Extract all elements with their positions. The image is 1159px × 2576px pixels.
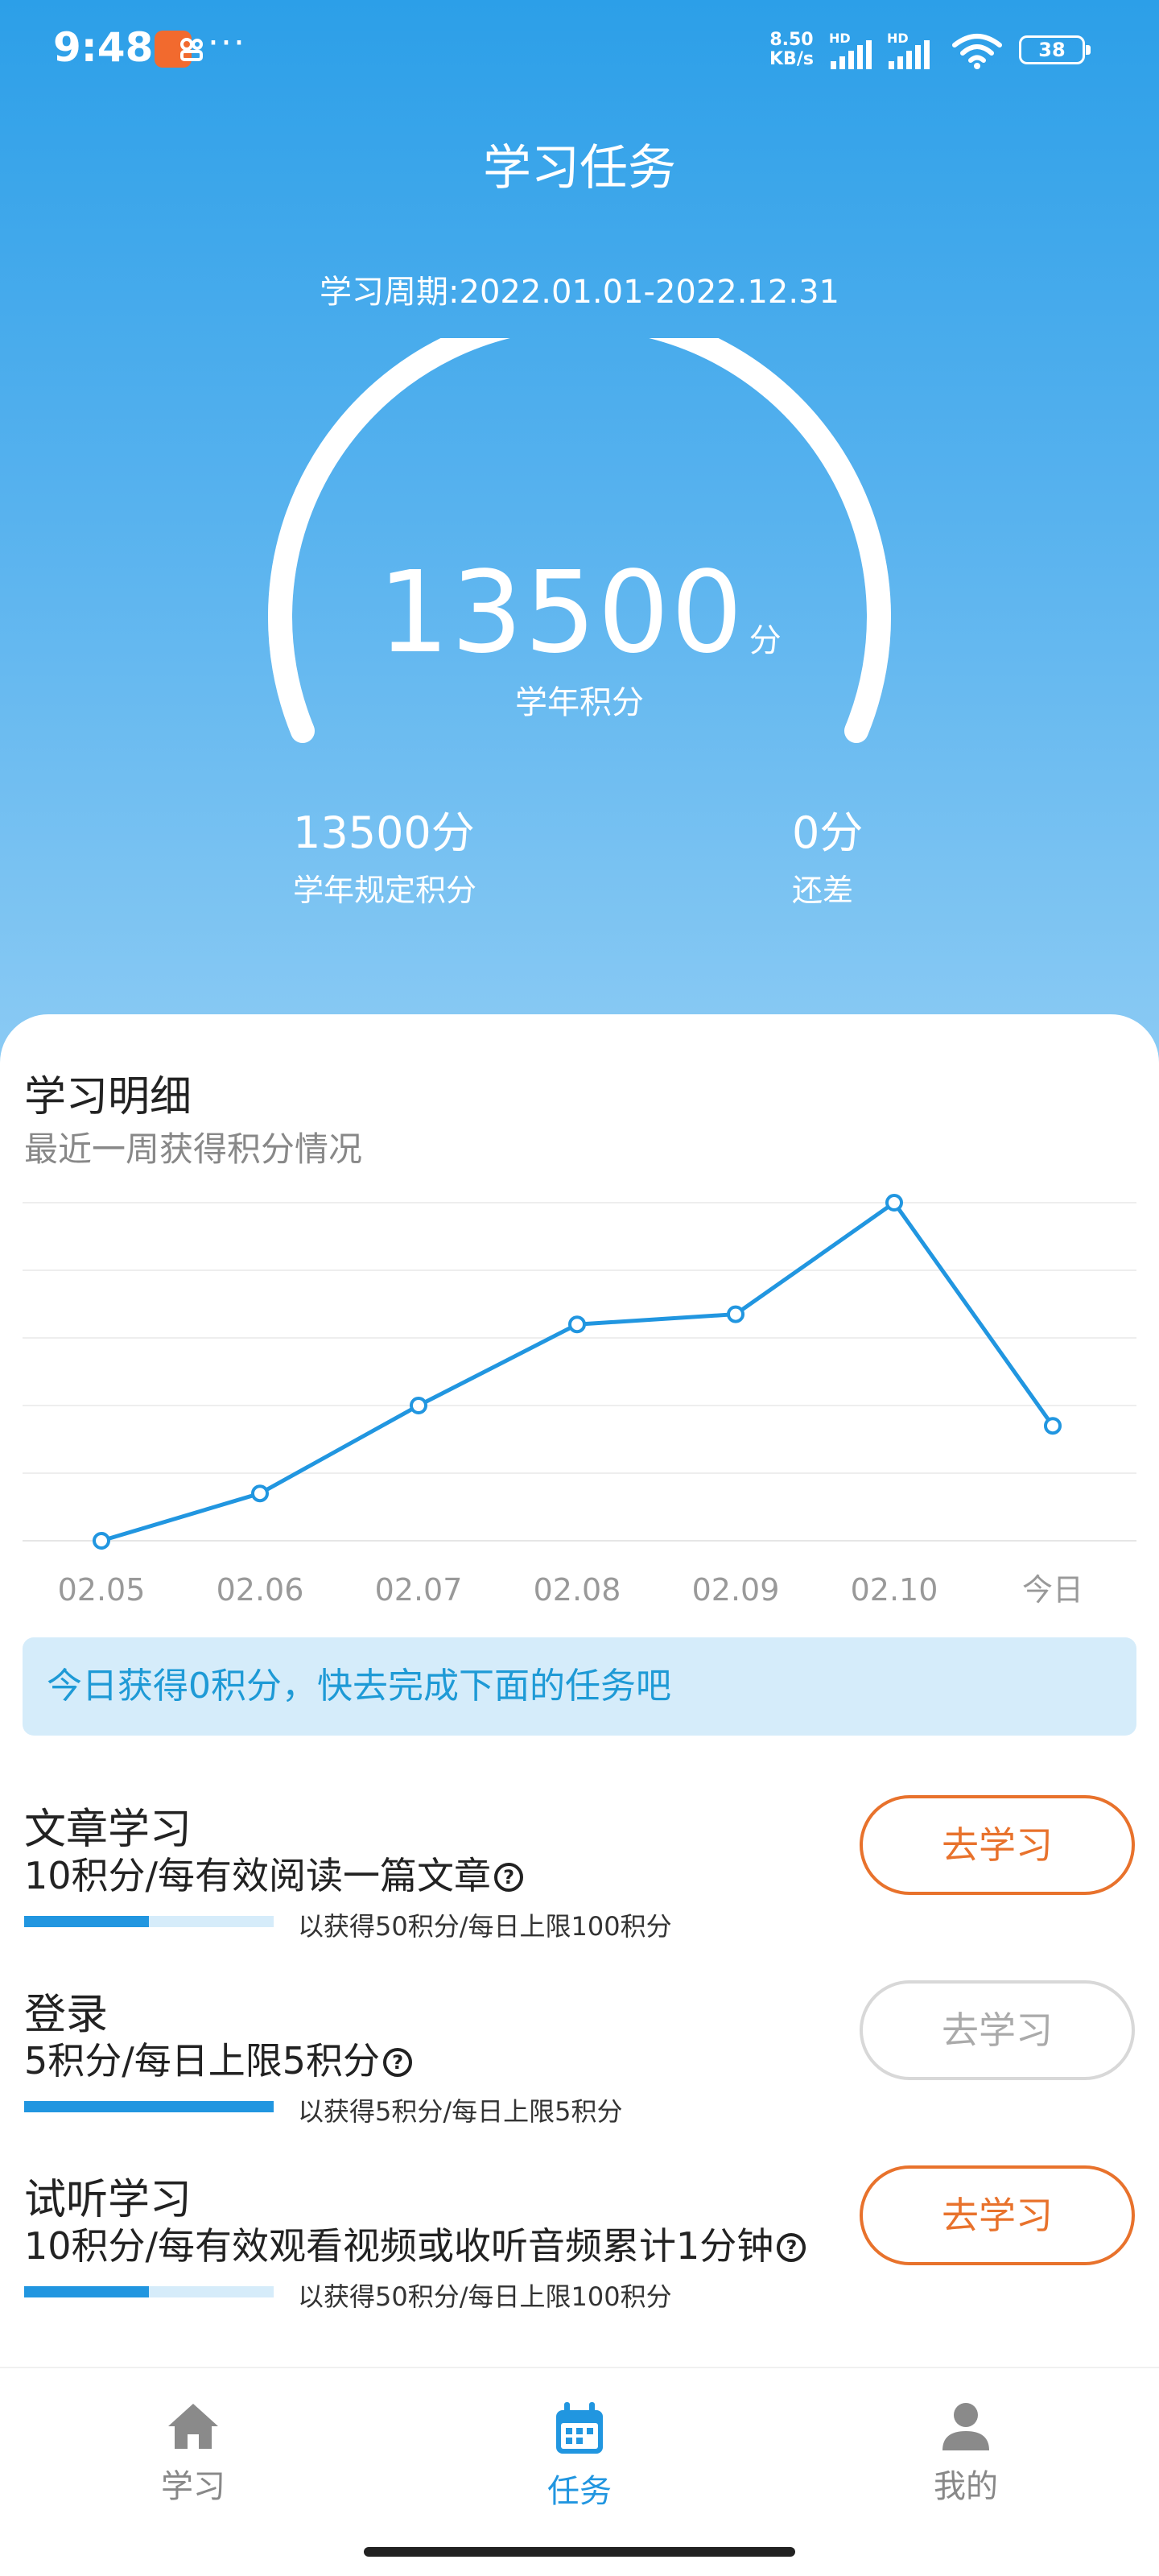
status-bar: 9:48 ··· 8.50 KB/s HD HD 38 bbox=[0, 0, 1159, 105]
task-desc: 10积分/每有效阅读一篇文章? bbox=[24, 1847, 524, 1900]
required-points-stat: 13500分 学年规定积分 bbox=[293, 797, 476, 910]
tab-label: 任务 bbox=[547, 2473, 612, 2510]
tab-label: 学习 bbox=[161, 2468, 225, 2505]
cell-signal-2-icon bbox=[889, 40, 930, 69]
remaining-points-label: 还差 bbox=[792, 873, 854, 908]
score-label: 学年积分 bbox=[515, 684, 644, 721]
status-time: 9:48 bbox=[53, 24, 154, 71]
chart-x-tick-label: 02.09 bbox=[692, 1572, 780, 1608]
help-icon[interactable]: ? bbox=[494, 1863, 524, 1892]
task-desc-text: 5积分/每日上限5积分 bbox=[24, 2039, 381, 2083]
network-speed-unit: KB/s bbox=[769, 49, 814, 69]
required-points-label: 学年规定积分 bbox=[293, 873, 477, 908]
today-notice: 今日获得0积分，快去完成下面的任务吧 bbox=[23, 1637, 1136, 1736]
task-article-study: 文章学习 10积分/每有效阅读一篇文章? 以获得50积分/每日上限100积分 去… bbox=[24, 1795, 1135, 1956]
page-title: 学习任务 bbox=[483, 140, 676, 196]
home-icon bbox=[168, 2404, 218, 2449]
tab-study[interactable]: 学习 bbox=[113, 2401, 274, 2507]
task-desc: 10积分/每有效观看视频或收听音频累计1分钟? bbox=[24, 2217, 806, 2270]
detail-title: 学习明细 bbox=[24, 1073, 192, 1121]
tab-mine[interactable]: 我的 bbox=[885, 2401, 1046, 2507]
score-display: 13500 分 bbox=[0, 547, 1159, 679]
more-notifications-icon: ··· bbox=[208, 23, 246, 64]
study-period: 学习周期:2022.01.01-2022.12.31 bbox=[320, 274, 839, 311]
remaining-points-stat: 0分 还差 bbox=[792, 797, 863, 910]
chart-x-tick-label: 02.06 bbox=[217, 1572, 304, 1608]
task-progress-bar bbox=[24, 2286, 274, 2297]
chart-point bbox=[93, 1532, 110, 1550]
chart-point bbox=[568, 1315, 586, 1334]
chart-x-tick-label: 02.05 bbox=[58, 1572, 146, 1608]
task-desc-text: 10积分/每有效观看视频或收听音频累计1分钟 bbox=[24, 2224, 774, 2268]
go-study-button[interactable]: 去学习 bbox=[860, 2165, 1135, 2265]
required-points-value: 13500分 bbox=[293, 807, 475, 858]
wifi-icon bbox=[952, 34, 1002, 69]
chart-point bbox=[885, 1194, 903, 1212]
chart-point bbox=[410, 1397, 427, 1414]
remaining-points-value: 0分 bbox=[792, 807, 864, 858]
chart-point bbox=[1044, 1417, 1062, 1435]
score-unit: 分 bbox=[749, 622, 782, 659]
tab-label: 我的 bbox=[934, 2468, 998, 2505]
bottom-tab-bar: 学习 任务 我的 bbox=[0, 2367, 1159, 2576]
task-progress-text: 以获得50积分/每日上限100积分 bbox=[298, 2281, 672, 2312]
task-progress-fill bbox=[24, 2101, 274, 2112]
tab-tasks[interactable]: 任务 bbox=[499, 2401, 660, 2512]
detail-subtitle: 最近一周获得积分情况 bbox=[24, 1129, 363, 1169]
cell-signal-icon bbox=[831, 40, 872, 69]
help-icon[interactable]: ? bbox=[777, 2233, 806, 2262]
score-value: 13500 bbox=[377, 547, 744, 679]
chart-series-line bbox=[101, 1199, 1055, 1543]
app-notification-icon bbox=[155, 31, 203, 68]
task-desc: 5积分/每日上限5积分? bbox=[24, 2032, 413, 2085]
chart-x-tick-label: 今日 bbox=[1022, 1572, 1083, 1608]
go-study-button-disabled[interactable]: 去学习 bbox=[860, 1980, 1135, 2080]
chart-x-tick-label: 02.08 bbox=[534, 1572, 621, 1608]
task-progress-text: 以获得50积分/每日上限100积分 bbox=[298, 1911, 672, 1942]
battery-icon: 38 bbox=[1019, 35, 1091, 64]
task-progress-text: 以获得5积分/每日上限5积分 bbox=[298, 2096, 623, 2127]
home-indicator[interactable] bbox=[364, 2547, 795, 2557]
chart-x-tick-label: 02.10 bbox=[851, 1572, 938, 1608]
task-progress-fill bbox=[24, 2286, 149, 2297]
network-speed: 8.50 KB/s bbox=[769, 31, 814, 69]
chart-x-tick-label: 02.07 bbox=[375, 1572, 463, 1608]
task-progress-bar bbox=[24, 1916, 274, 1927]
task-desc-text: 10积分/每有效阅读一篇文章 bbox=[24, 1854, 492, 1897]
task-progress-fill bbox=[24, 1916, 149, 1927]
calendar-icon bbox=[556, 2402, 603, 2454]
network-speed-value: 8.50 bbox=[769, 30, 814, 50]
weekly-points-chart: 02.05 02.06 02.07 02.08 02.09 02.10 今日 bbox=[23, 1194, 1136, 1608]
help-icon[interactable]: ? bbox=[383, 2048, 413, 2077]
user-icon bbox=[942, 2403, 989, 2450]
chart-point bbox=[727, 1305, 744, 1323]
task-progress-bar bbox=[24, 2101, 274, 2112]
task-login: 登录 5积分/每日上限5积分? 以获得5积分/每日上限5积分 去学习 bbox=[24, 1980, 1135, 2141]
task-audio-video-study: 试听学习 10积分/每有效观看视频或收听音频累计1分钟? 以获得50积分/每日上… bbox=[24, 2165, 1135, 2326]
chart-point bbox=[251, 1484, 269, 1503]
go-study-button[interactable]: 去学习 bbox=[860, 1795, 1135, 1895]
